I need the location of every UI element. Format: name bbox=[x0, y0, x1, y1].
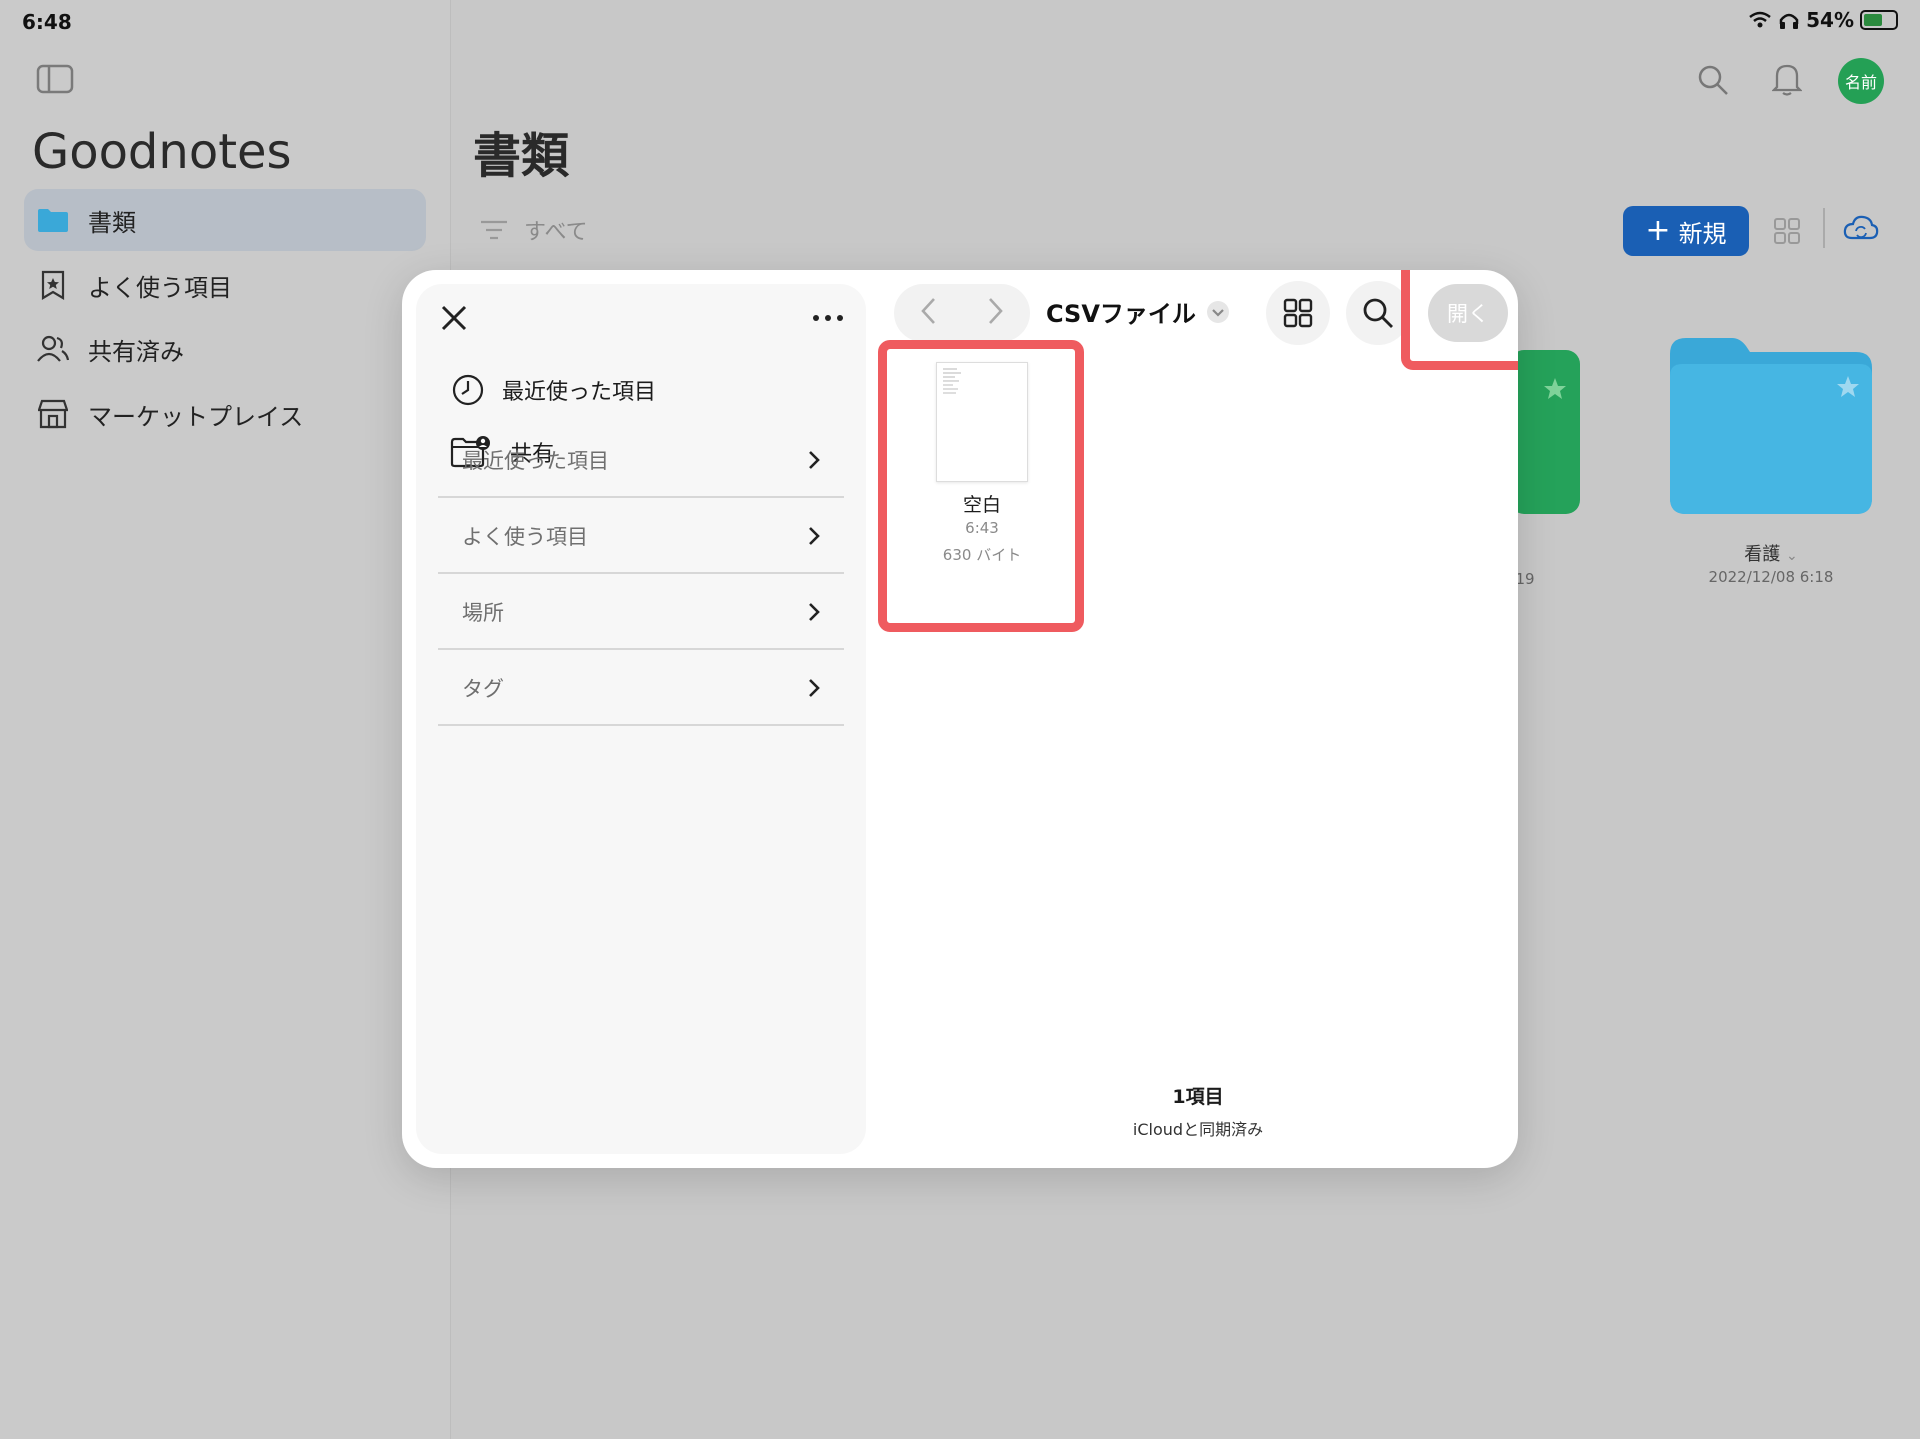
quick-item-label: 最近使った項目 bbox=[502, 380, 657, 405]
view-mode-button[interactable] bbox=[1266, 281, 1330, 345]
headphones-icon bbox=[1779, 13, 1799, 29]
store-icon bbox=[36, 397, 70, 431]
grid-icon bbox=[1283, 298, 1313, 328]
nav-buttons bbox=[894, 284, 1030, 342]
chevron-right-icon bbox=[809, 451, 820, 469]
chevron-right-icon bbox=[809, 679, 820, 697]
section-tags[interactable]: タグ bbox=[438, 652, 844, 726]
page-title: 書類 bbox=[473, 128, 570, 184]
more-button[interactable] bbox=[808, 298, 848, 338]
section-label: 最近使った項目 bbox=[462, 449, 609, 473]
bookmark-star-icon bbox=[36, 268, 70, 302]
sidebar-item-label: マーケットプレイス bbox=[88, 402, 304, 431]
close-button[interactable] bbox=[434, 298, 474, 338]
sync-status: iCloudと同期済み bbox=[1132, 1120, 1264, 1139]
folder-green[interactable] bbox=[1510, 350, 1580, 518]
app-title: Goodnotes bbox=[32, 124, 292, 180]
sidebar-item-label: よく使う項目 bbox=[88, 273, 232, 302]
sidebar-item-documents[interactable]: 書類 bbox=[24, 189, 426, 251]
item-count: 1項目 bbox=[1172, 1086, 1224, 1108]
quick-item-recent[interactable]: 最近使った項目 bbox=[452, 374, 656, 406]
section-label: よく使う項目 bbox=[462, 525, 588, 549]
search-icon bbox=[1363, 298, 1393, 328]
sidebar-toggle-icon[interactable] bbox=[36, 64, 74, 98]
bell-icon[interactable] bbox=[1771, 62, 1803, 100]
chevron-left-icon bbox=[921, 298, 935, 324]
chevron-right-icon bbox=[809, 527, 820, 545]
sidebar-item-label: 書類 bbox=[88, 208, 136, 237]
folder-icon bbox=[36, 203, 70, 237]
battery-percent: 54% bbox=[1806, 8, 1854, 32]
file-picker-dialog: 最近使った項目 共有 最近使った項目 よく使う項目 場所 タグ CSVファイル … bbox=[402, 270, 1518, 1168]
wifi-icon bbox=[1749, 11, 1771, 28]
folder-date: 2022/12/08 6:18 bbox=[1708, 568, 1834, 586]
sidebar-item-favorites[interactable]: よく使う項目 bbox=[24, 254, 426, 316]
section-label: 場所 bbox=[462, 601, 504, 625]
filter-label: すべて bbox=[524, 220, 588, 245]
filter-icon bbox=[481, 220, 507, 240]
filter-control[interactable]: すべて bbox=[480, 214, 588, 246]
folder-title: CSVファイル bbox=[1046, 300, 1196, 328]
section-label: タグ bbox=[462, 677, 504, 701]
avatar[interactable]: 名前 bbox=[1838, 58, 1884, 104]
folder-nursing[interactable] bbox=[1670, 336, 1872, 518]
status-bar-right: 54% bbox=[1748, 8, 1898, 32]
section-recent[interactable]: 最近使った項目 bbox=[438, 424, 844, 498]
search-icon[interactable] bbox=[1697, 64, 1729, 100]
new-button-label: 新規 bbox=[1678, 219, 1727, 248]
toolbar-divider bbox=[1823, 208, 1825, 248]
battery-icon bbox=[1860, 10, 1898, 30]
chevron-right-icon bbox=[809, 603, 820, 621]
sidebar-item-label: 共有済み bbox=[88, 337, 184, 366]
status-time: 6:48 bbox=[22, 10, 72, 34]
cloud-sync-icon[interactable] bbox=[1843, 214, 1879, 246]
sidebar-item-marketplace[interactable]: マーケットプレイス bbox=[24, 383, 426, 445]
folder-label: 看護 ⌄ bbox=[1744, 544, 1798, 565]
forward-button[interactable] bbox=[988, 297, 1004, 329]
open-button-highlight bbox=[1401, 270, 1518, 370]
sidebar-item-shared[interactable]: 共有済み bbox=[24, 318, 426, 380]
back-button[interactable] bbox=[920, 297, 936, 329]
clock-icon bbox=[452, 374, 484, 406]
plus-icon: + bbox=[1645, 213, 1671, 248]
chevron-right-icon bbox=[989, 298, 1003, 324]
new-button[interactable]: + 新規 bbox=[1623, 206, 1749, 256]
ellipsis-icon bbox=[813, 315, 843, 321]
file-highlight bbox=[878, 340, 1084, 632]
people-icon bbox=[36, 332, 70, 366]
folder-title-menu[interactable]: CSVファイル bbox=[1046, 294, 1230, 329]
chevron-down-icon bbox=[1206, 300, 1229, 323]
section-favorites[interactable]: よく使う項目 bbox=[438, 500, 844, 574]
close-icon bbox=[441, 305, 467, 331]
grid-view-icon[interactable] bbox=[1774, 218, 1800, 248]
section-locations[interactable]: 場所 bbox=[438, 576, 844, 650]
